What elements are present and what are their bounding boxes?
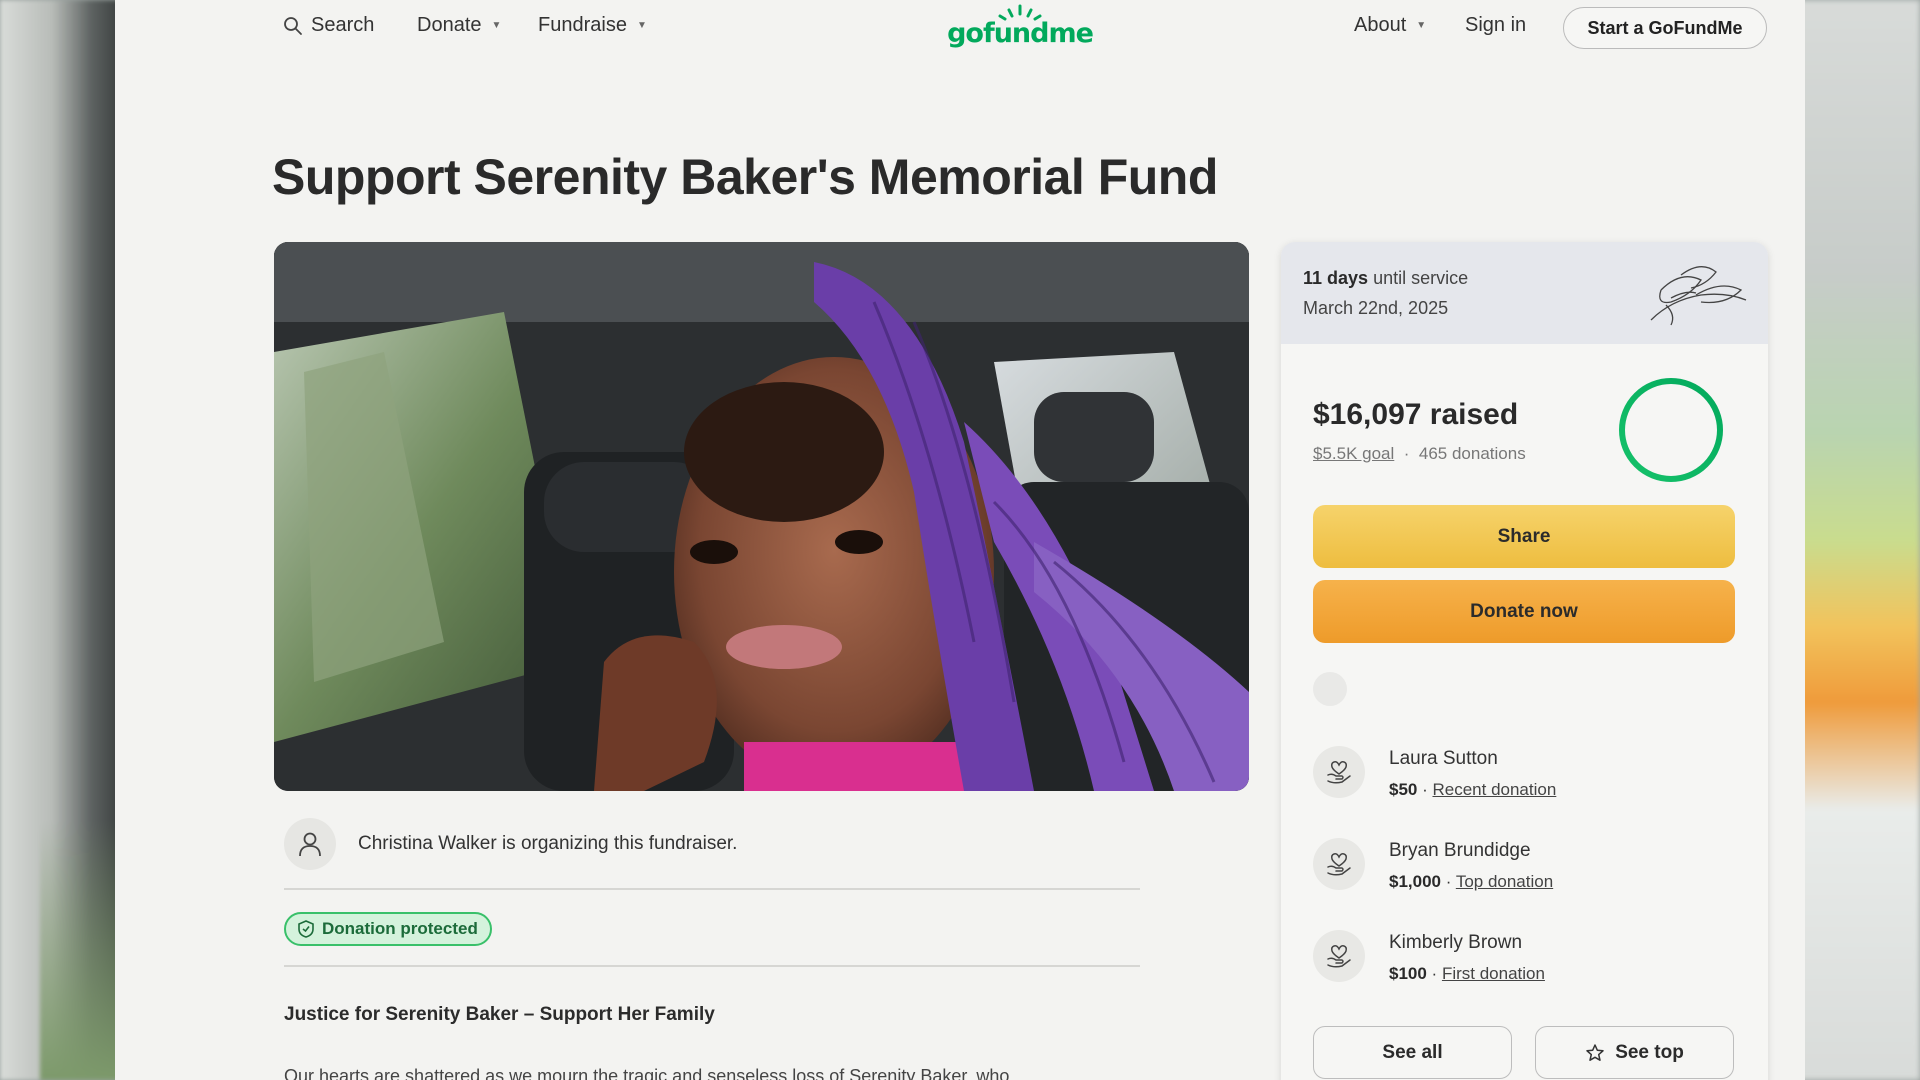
service-countdown: 11 days until service <box>1303 268 1468 289</box>
donor-avatar <box>1313 930 1365 982</box>
about-menu[interactable]: About ▼ <box>1354 14 1426 37</box>
person-icon <box>299 832 321 857</box>
donation-protected-label: Donation protected <box>322 919 478 938</box>
service-days: 11 days <box>1303 268 1369 288</box>
donor-name: Bryan Brundidge <box>1389 840 1531 861</box>
star-icon <box>1586 1043 1604 1061</box>
separator-dot: · <box>1417 780 1433 799</box>
divider <box>284 888 1140 890</box>
logo-text: gofundme <box>947 18 1094 49</box>
organizer-row: Christina Walker is organizing this fund… <box>284 818 737 870</box>
faded-notice-row <box>1313 672 1735 706</box>
avatar <box>284 818 336 870</box>
donor-amount: $100 <box>1389 964 1427 983</box>
donor-row: Laura Sutton $50 · Recent donation <box>1313 746 1556 800</box>
donor-name: Kimberly Brown <box>1389 932 1523 953</box>
blurred-backdrop-left <box>0 0 130 1080</box>
donor-meta: $50 · Recent donation <box>1389 780 1556 800</box>
donor-avatar <box>1313 746 1365 798</box>
donor-meta: $1,000 · Top donation <box>1389 872 1553 892</box>
donor-tag-link[interactable]: Top donation <box>1456 872 1553 891</box>
service-banner: 11 days until service March 22nd, 2025 <box>1281 242 1768 344</box>
heart-hand-icon <box>1327 945 1351 968</box>
donor-info: Kimberly Brown $100 · First donation <box>1389 930 1545 984</box>
lily-flower-icon <box>1650 266 1747 326</box>
service-date: March 22nd, 2025 <box>1303 298 1449 318</box>
donate-menu[interactable]: Donate ▼ <box>417 14 501 37</box>
fundraiser-page: Search Donate ▼ Fundraise ▼ gofundme Abo… <box>115 0 1805 1080</box>
shield-icon <box>298 920 314 938</box>
see-all-label: See all <box>1382 1041 1443 1063</box>
separator-dot: · <box>1399 444 1415 463</box>
see-all-button[interactable]: See all <box>1313 1026 1512 1079</box>
donation-protected-badge[interactable]: Donation protected <box>284 912 492 946</box>
progress-ring-arc <box>1619 378 1723 482</box>
donation-card: 11 days until service March 22nd, 2025 $… <box>1281 242 1768 1080</box>
campaign-photo[interactable] <box>274 242 1249 791</box>
divider <box>284 965 1140 967</box>
donate-now-button[interactable]: Donate now <box>1313 580 1735 643</box>
amount-raised: $16,097 raised <box>1313 398 1519 431</box>
chevron-down-icon: ▼ <box>491 20 502 31</box>
start-gofundme-button[interactable]: Start a GoFundMe <box>1563 7 1767 49</box>
signin-label: Sign in <box>1465 14 1527 36</box>
donate-menu-label: Donate <box>417 14 482 36</box>
donor-name: Laura Sutton <box>1389 748 1498 769</box>
see-top-button[interactable]: See top <box>1535 1026 1734 1079</box>
search-label: Search <box>311 14 375 36</box>
donor-info: Laura Sutton $50 · Recent donation <box>1389 746 1556 800</box>
page-title: Support Serenity Baker's Memorial Fund <box>272 149 1218 205</box>
separator-dot: · <box>1426 964 1442 983</box>
donation-count: 465 donations <box>1418 444 1526 463</box>
gofundme-logo[interactable]: gofundme <box>945 2 1095 52</box>
donor-tag-link[interactable]: Recent donation <box>1432 780 1556 799</box>
about-menu-label: About <box>1354 14 1407 36</box>
chevron-down-icon: ▼ <box>1416 20 1427 31</box>
goal-link[interactable]: $5.5K goal <box>1313 444 1394 463</box>
fundraise-menu-label: Fundraise <box>538 14 627 36</box>
heart-hand-icon <box>1327 853 1351 876</box>
progress-ring <box>1619 378 1723 482</box>
donor-row: Bryan Brundidge $1,000 · Top donation <box>1313 838 1553 892</box>
search-link[interactable]: Search <box>283 14 374 37</box>
chevron-down-icon: ▼ <box>636 20 647 31</box>
donor-meta: $100 · First donation <box>1389 964 1545 984</box>
share-button[interactable]: Share <box>1313 505 1735 568</box>
donor-info: Bryan Brundidge $1,000 · Top donation <box>1389 838 1553 892</box>
donor-amount: $1,000 <box>1389 872 1441 891</box>
heart-hand-icon <box>1327 761 1351 784</box>
service-suffix: until service <box>1368 268 1469 288</box>
story-text: Our hearts are shattered as we mourn the… <box>284 1066 1010 1080</box>
see-top-label: See top <box>1615 1041 1684 1063</box>
story-heading: Justice for Serenity Baker – Support Her… <box>284 1004 715 1025</box>
top-navigation: Search Donate ▼ Fundraise ▼ gofundme Abo… <box>115 0 1805 56</box>
donor-row: Kimberly Brown $100 · First donation <box>1313 930 1545 984</box>
goal-line: $5.5K goal · 465 donations <box>1313 444 1526 464</box>
campaign-photo-image <box>274 242 1249 791</box>
separator-dot: · <box>1441 872 1456 891</box>
fundraise-menu[interactable]: Fundraise ▼ <box>538 14 647 37</box>
search-icon <box>284 16 302 35</box>
organizer-text: Christina Walker is organizing this fund… <box>358 833 738 854</box>
faded-notice-icon <box>1313 672 1347 706</box>
signin-link[interactable]: Sign in <box>1465 14 1526 37</box>
donor-tag-link[interactable]: First donation <box>1442 964 1545 983</box>
blurred-backdrop-right <box>1790 0 1920 1080</box>
donor-amount: $50 <box>1389 780 1418 799</box>
donor-avatar <box>1313 838 1365 890</box>
